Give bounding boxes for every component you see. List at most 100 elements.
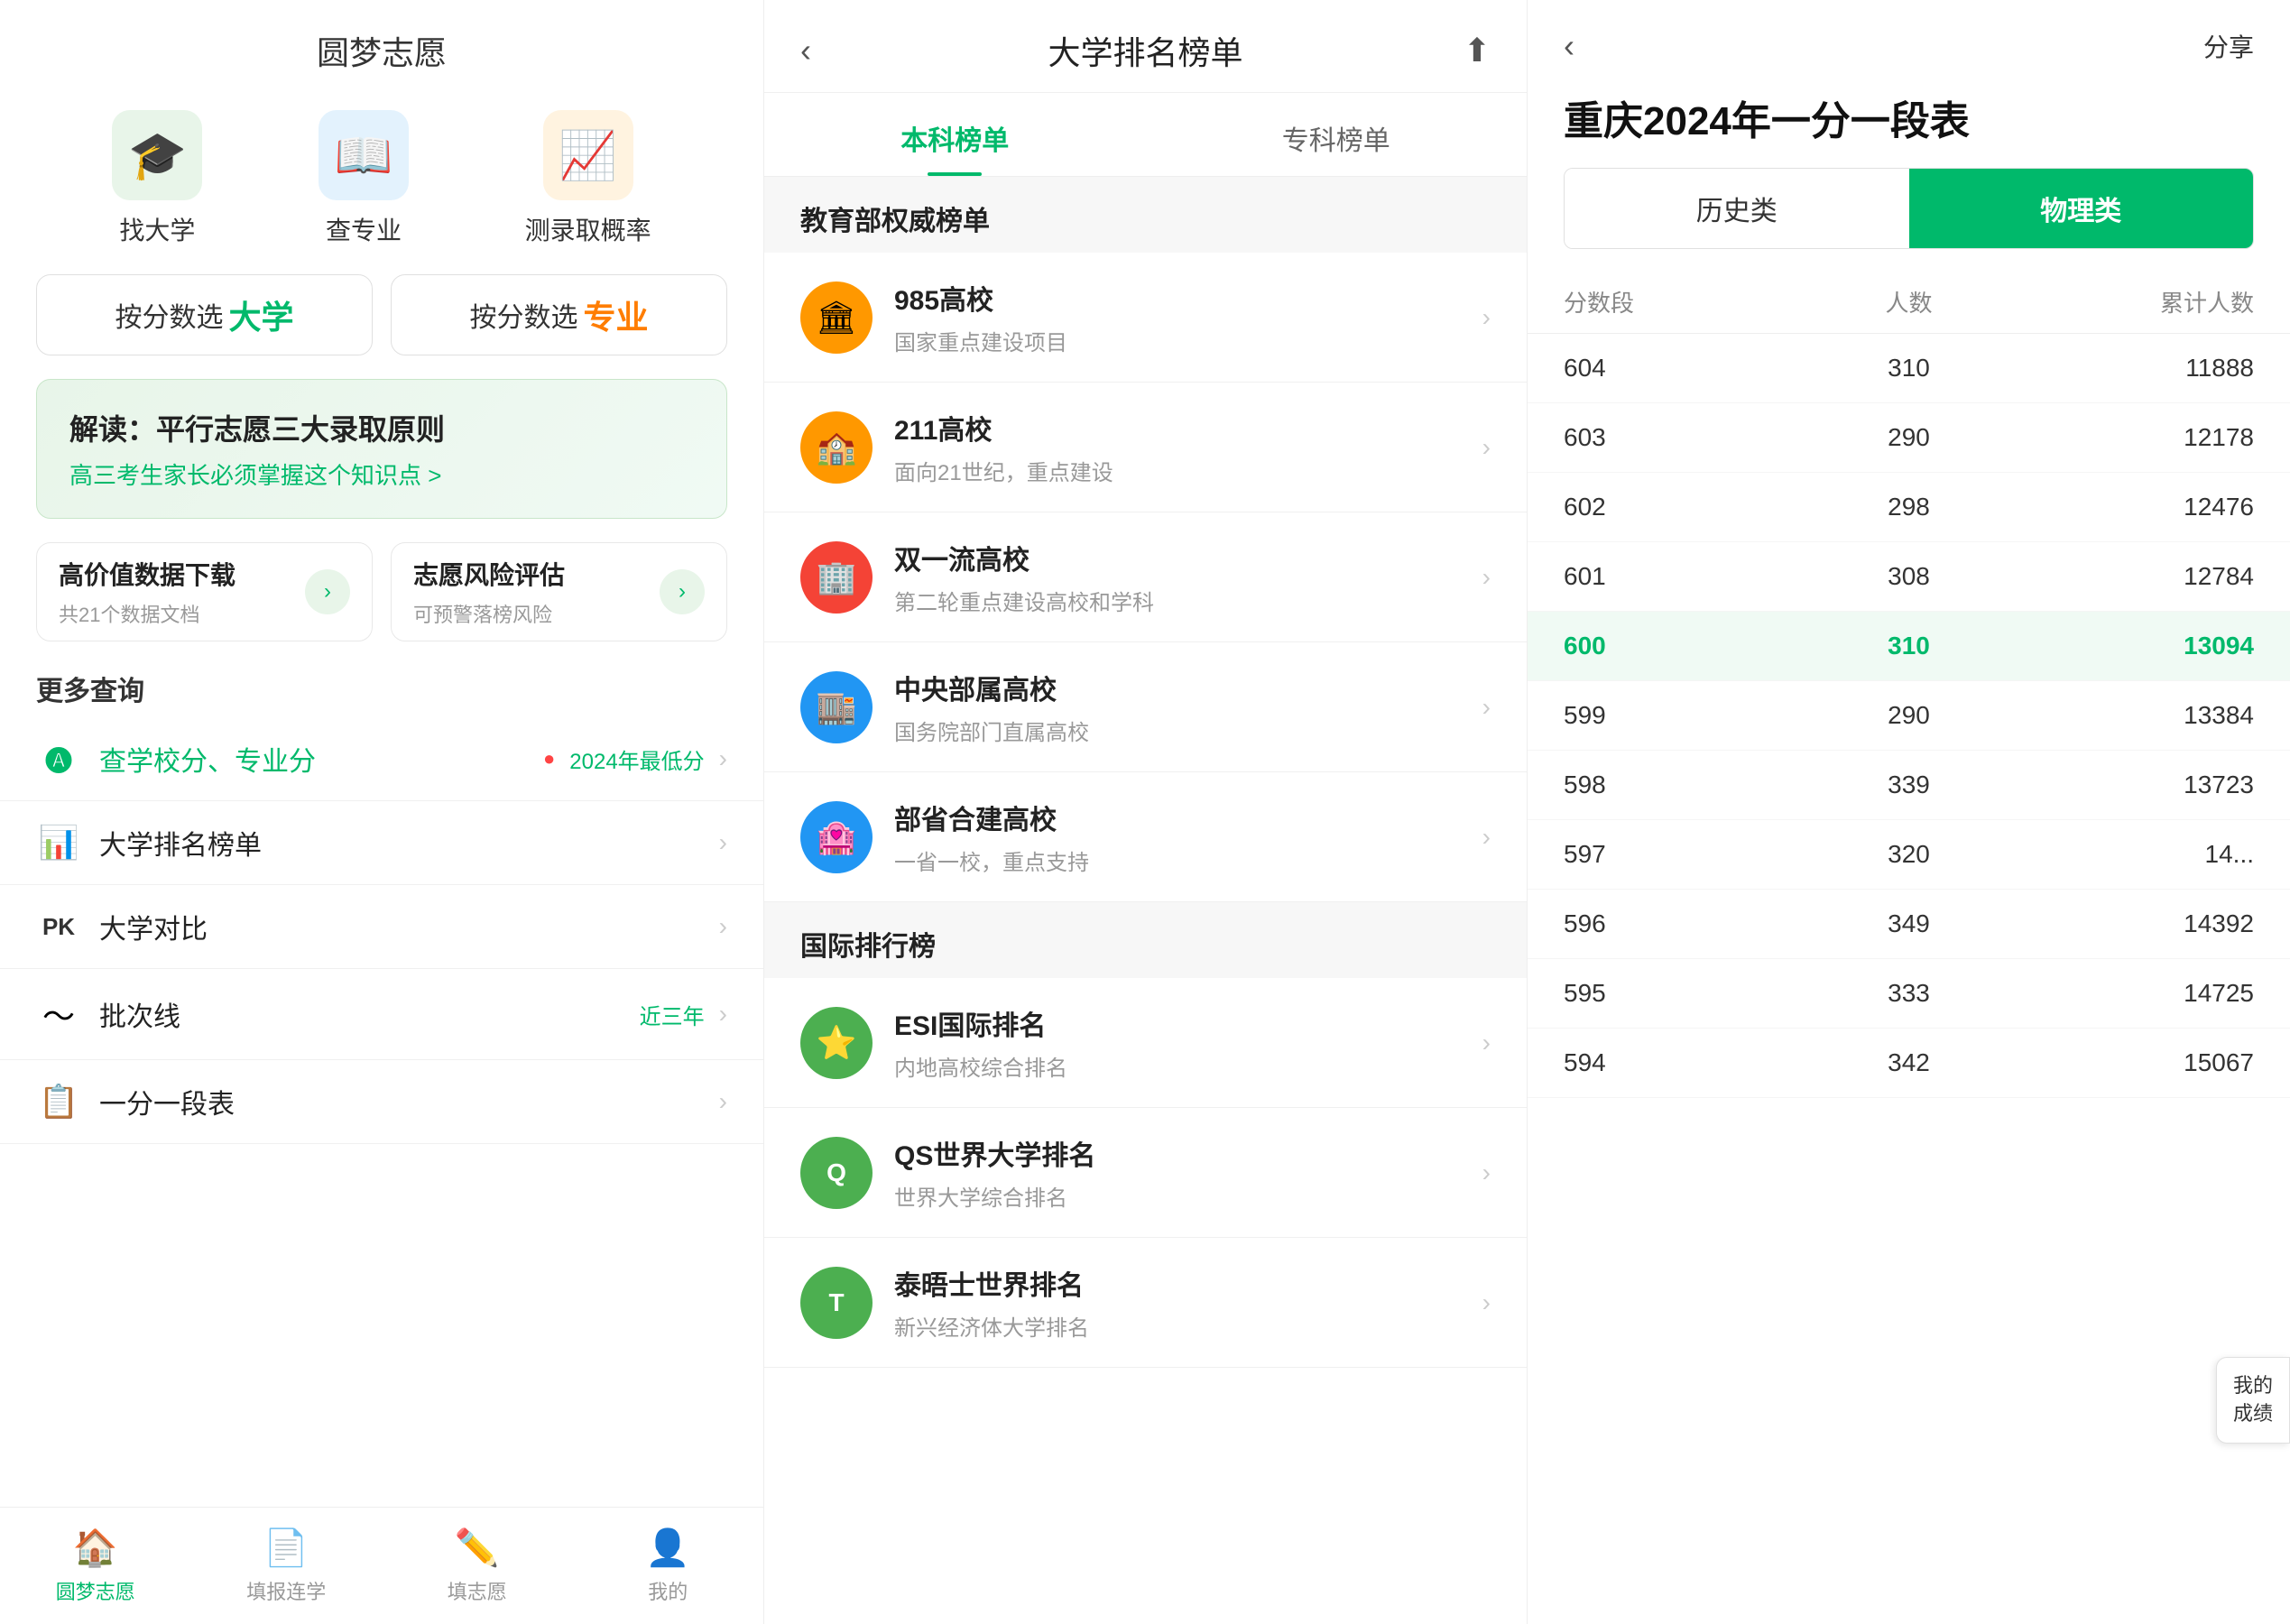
panel2-title: 大学排名榜单 (854, 27, 1436, 74)
list-item-university-pk[interactable]: PK 大学对比 › (0, 885, 763, 969)
panel-score-segment: ‹ 分享 重庆2024年一分一段表 历史类 物理类 分数段 人数 累计人数 60… (1527, 0, 2290, 1624)
more-query-title: 更多查询 (0, 651, 763, 717)
tab-physics[interactable]: 物理类 (1909, 169, 2254, 248)
share-button[interactable]: 分享 (2203, 28, 2254, 64)
batch-line-right: 近三年 › (640, 999, 727, 1030)
table-header: 分数段 人数 累计人数 (1528, 271, 2290, 334)
list-item-joint[interactable]: 🏩 部省合建高校 一省一校，重点支持 › (764, 772, 1527, 902)
section-intl-title: 国际排行榜 (764, 902, 1527, 978)
table-row: 594 342 15067 (1528, 1029, 2290, 1098)
data-buttons-row: 高价值数据下载 共21个数据文档 › 志愿风险评估 可预警落榜风险 › (36, 542, 727, 641)
data-download-btn[interactable]: 高价值数据下载 共21个数据文档 › (36, 542, 373, 641)
check-major-icon: 📖 (319, 110, 409, 200)
qs-sub: 世界大学综合排名 (894, 1180, 1461, 1212)
table-row: 601 308 12784 (1528, 542, 2290, 612)
nav-fill-wish[interactable]: ✏️ 填志愿 (382, 1527, 573, 1605)
esi-sub: 内地高校综合排名 (894, 1050, 1461, 1082)
list-item-score-segment[interactable]: 📋 一分一段表 › (0, 1060, 763, 1144)
nav-home[interactable]: 🏠 圆梦志愿 (0, 1527, 191, 1605)
table-row-highlighted: 600 310 13094 (1528, 612, 2290, 681)
university-pk-right: › (719, 912, 727, 941)
select-university-btn[interactable]: 按分数选 大学 (36, 274, 373, 355)
back-icon[interactable]: ‹ (800, 32, 854, 69)
select-university-prefix: 按分数选 (115, 295, 223, 335)
share-icon[interactable]: ⬆ (1436, 32, 1491, 69)
211-icon: 🏫 (800, 411, 873, 484)
university-pk-arrow: › (719, 912, 727, 941)
qs-title: QS世界大学排名 (894, 1133, 1461, 1173)
table-row: 602 298 12476 (1528, 473, 2290, 542)
select-buttons-row: 按分数选 大学 按分数选 专业 (36, 274, 727, 355)
risk-eval-btn[interactable]: 志愿风险评估 可预警落榜风险 › (391, 542, 727, 641)
tab-history[interactable]: 历史类 (1565, 169, 1909, 248)
panel-university-rank: ‹ 大学排名榜单 ⬆ 本科榜单 专科榜单 教育部权威榜单 🏛 985高校 国家重… (763, 0, 1527, 1624)
985-icon: 🏛 (800, 281, 873, 354)
bottom-navigation: 🏠 圆梦志愿 📄 填报连学 ✏️ 填志愿 👤 我的 (0, 1507, 763, 1624)
985-content: 985高校 国家重点建设项目 (894, 278, 1461, 356)
score-segment-left: 📋 一分一段表 (36, 1082, 235, 1121)
table-row: 599 290 13384 (1528, 681, 2290, 751)
school-score-icon: 🅐 (36, 739, 81, 779)
list-item-shuangyiliu[interactable]: 🏢 双一流高校 第二轮重点建设高校和学科 › (764, 512, 1527, 642)
university-rank-icon: 📊 (36, 824, 81, 862)
nav-fill-record[interactable]: 📄 填报连学 (191, 1527, 383, 1605)
school-score-badge: ● (543, 747, 555, 770)
nav-me[interactable]: 👤 我的 (573, 1527, 764, 1605)
central-icon: 🏬 (800, 671, 873, 743)
find-university-item[interactable]: 🎓 找大学 (112, 110, 202, 247)
th-score: 分数段 (1564, 285, 1794, 318)
joint-arrow: › (1482, 823, 1491, 852)
list-item-985[interactable]: 🏛 985高校 国家重点建设项目 › (764, 253, 1527, 383)
risk-eval-left: 志愿风险评估 可预警落榜风险 (413, 556, 565, 628)
banner-title: 解读：平行志愿三大录取原则 (69, 407, 694, 448)
data-download-left: 高价值数据下载 共21个数据文档 (59, 556, 235, 628)
admission-rate-item[interactable]: 📈 测录取概率 (525, 110, 651, 247)
my-score-floating-btn[interactable]: 我的成绩 (2216, 1357, 2290, 1444)
qs-icon: Q (800, 1137, 873, 1209)
data-download-sub: 共21个数据文档 (59, 599, 235, 628)
central-content: 中央部属高校 国务院部门直属高校 (894, 668, 1461, 746)
admission-rate-icon: 📈 (543, 110, 633, 200)
shuangyiliu-arrow: › (1482, 563, 1491, 592)
data-download-title: 高价值数据下载 (59, 556, 235, 592)
central-sub: 国务院部门直属高校 (894, 715, 1461, 746)
list-item-school-score[interactable]: 🅐 查学校分、专业分 ● 2024年最低分 › (0, 717, 763, 801)
list-item-qs[interactable]: Q QS世界大学排名 世界大学综合排名 › (764, 1108, 1527, 1238)
central-arrow: › (1482, 693, 1491, 722)
nav-home-label: 圆梦志愿 (56, 1576, 135, 1605)
esi-title: ESI国际排名 (894, 1003, 1461, 1043)
admission-rate-label: 测录取概率 (525, 211, 651, 247)
select-major-highlight: 专业 (583, 291, 648, 338)
table-row: 598 339 13723 (1528, 751, 2290, 820)
list-item-times[interactable]: T 泰晤士世界排名 新兴经济体大学排名 › (764, 1238, 1527, 1368)
tab-college[interactable]: 专科榜单 (1146, 93, 1528, 176)
check-major-item[interactable]: 📖 查专业 (319, 110, 409, 247)
esi-icon: ⭐ (800, 1007, 873, 1079)
nav-fill-record-label: 填报连学 (246, 1576, 326, 1605)
select-major-btn[interactable]: 按分数选 专业 (391, 274, 727, 355)
th-count: 人数 (1794, 285, 2024, 318)
times-sub: 新兴经济体大学排名 (894, 1310, 1461, 1342)
university-pk-text: 大学对比 (99, 907, 208, 946)
nav-me-icon: 👤 (645, 1527, 690, 1569)
type-tabs: 历史类 物理类 (1564, 168, 2254, 249)
nav-fill-wish-icon: ✏️ (455, 1527, 500, 1569)
qs-content: QS世界大学排名 世界大学综合排名 (894, 1133, 1461, 1212)
risk-eval-arrow: › (660, 569, 705, 614)
select-major-prefix: 按分数选 (469, 295, 577, 335)
panel-yuanmeng: 圆梦志愿 🎓 找大学 📖 查专业 📈 测录取概率 按分数选 大学 按分数选 专业… (0, 0, 763, 1624)
tab-undergraduate[interactable]: 本科榜单 (764, 93, 1146, 176)
qs-arrow: › (1482, 1158, 1491, 1187)
banner-card[interactable]: 解读：平行志愿三大录取原则 高三考生家长必须掌握这个知识点 > (36, 379, 727, 519)
list-item-batch-line[interactable]: 〜 批次线 近三年 › (0, 969, 763, 1060)
university-pk-icon: PK (36, 913, 81, 941)
list-item-211[interactable]: 🏫 211高校 面向21世纪，重点建设 › (764, 383, 1527, 512)
shuangyiliu-title: 双一流高校 (894, 538, 1461, 577)
list-item-esi[interactable]: ⭐ ESI国际排名 内地高校综合排名 › (764, 978, 1527, 1108)
list-item-university-rank[interactable]: 📊 大学排名榜单 › (0, 801, 763, 885)
list-item-central[interactable]: 🏬 中央部属高校 国务院部门直属高校 › (764, 642, 1527, 772)
back-icon[interactable]: ‹ (1564, 27, 1618, 65)
211-arrow: › (1482, 433, 1491, 462)
panel2-tabs: 本科榜单 专科榜单 (764, 93, 1527, 177)
central-title: 中央部属高校 (894, 668, 1461, 707)
